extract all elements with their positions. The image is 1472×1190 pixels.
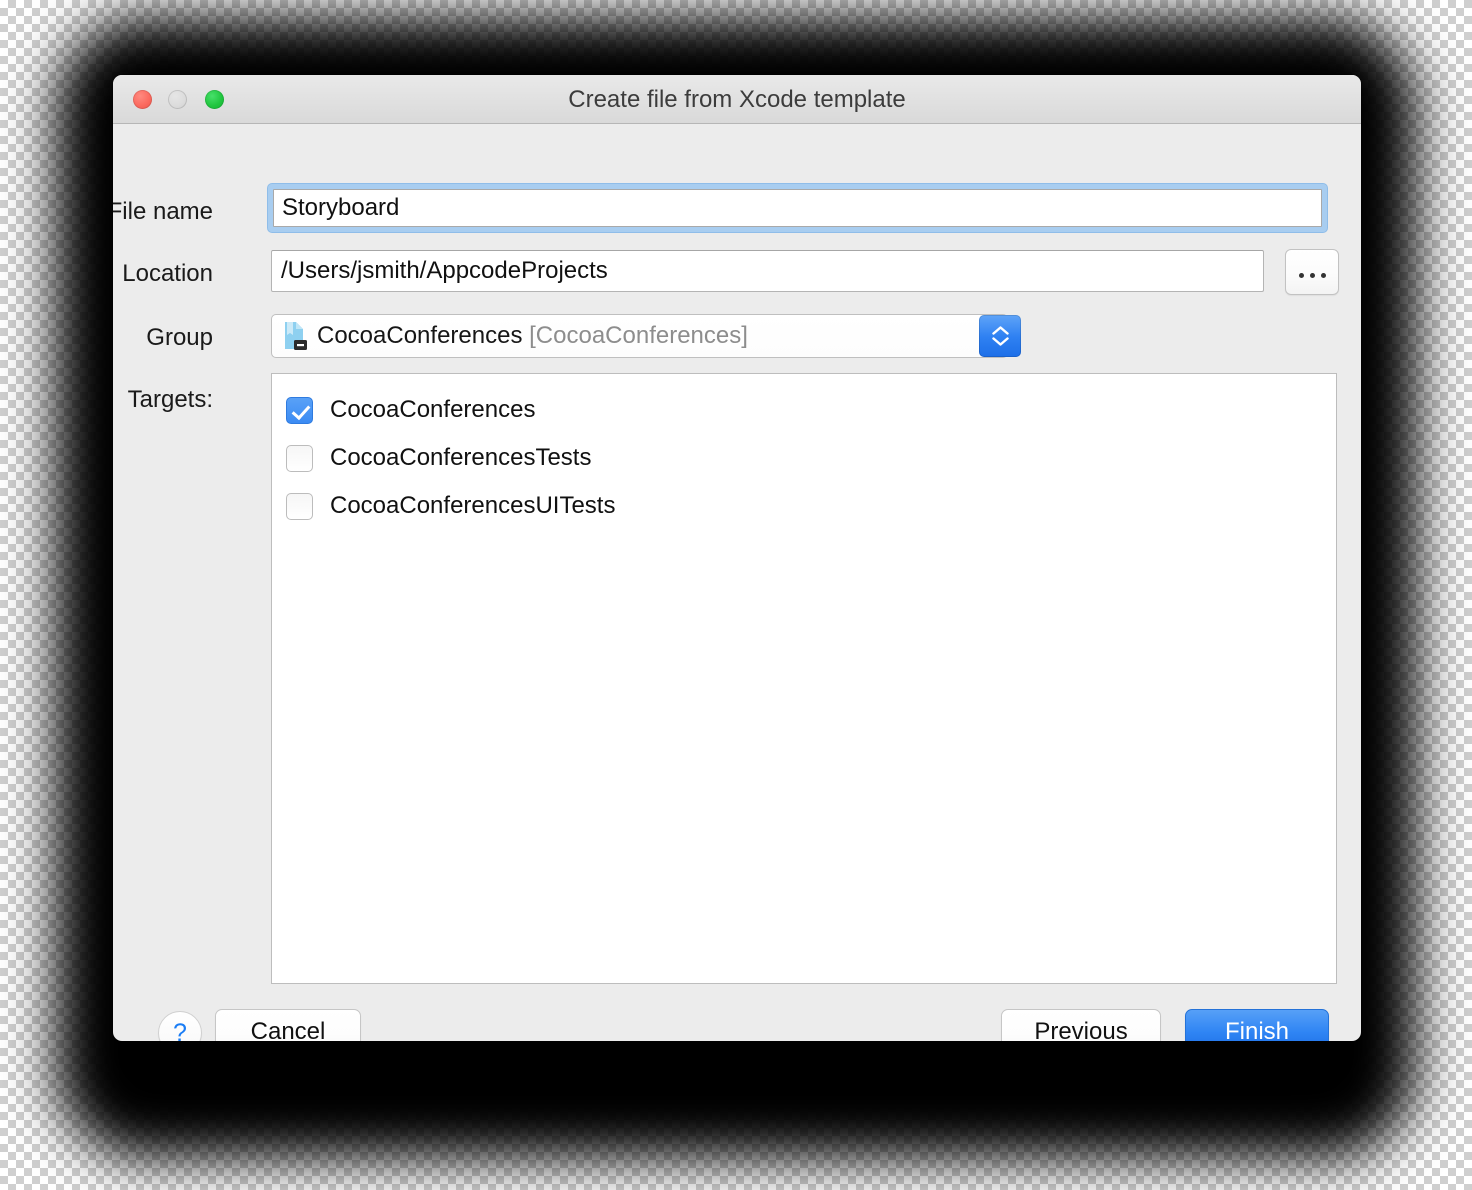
filename-input[interactable] xyxy=(273,189,1322,227)
target-checkbox[interactable] xyxy=(286,444,313,472)
help-button[interactable]: ? xyxy=(158,1011,202,1041)
finish-button[interactable]: Finish xyxy=(1185,1009,1329,1041)
target-checkbox[interactable] xyxy=(286,396,313,424)
target-name: CocoaConferencesTests xyxy=(330,444,592,471)
create-file-dialog: Create file from Xcode template File nam… xyxy=(113,75,1361,1041)
window-title: Create file from Xcode template xyxy=(568,86,906,113)
location-input[interactable] xyxy=(271,250,1264,292)
list-item[interactable]: CocoaConferencesUITests xyxy=(272,482,1336,530)
target-name: CocoaConferences xyxy=(330,396,536,423)
chevron-down-icon xyxy=(991,337,1009,346)
target-checkbox[interactable] xyxy=(286,492,313,520)
xcode-group-icon xyxy=(283,321,308,351)
browse-location-button[interactable] xyxy=(1285,249,1339,295)
group-value-module: [CocoaConferences] xyxy=(529,322,748,349)
target-name: CocoaConferencesUITests xyxy=(330,492,616,519)
group-stepper[interactable] xyxy=(979,315,1021,357)
targets-label: Targets: xyxy=(127,386,213,413)
previous-button[interactable]: Previous xyxy=(1001,1009,1161,1041)
group-combobox[interactable]: CocoaConferences [CocoaConferences] xyxy=(271,314,1008,358)
cancel-button[interactable]: Cancel xyxy=(215,1009,361,1041)
targets-list[interactable]: CocoaConferences CocoaConferencesTests C… xyxy=(271,373,1337,984)
window-titlebar: Create file from Xcode template xyxy=(113,75,1361,124)
group-value-name: CocoaConferences xyxy=(317,322,523,349)
group-label: Group xyxy=(146,324,213,351)
filename-field-focus-ring xyxy=(268,184,1327,232)
group-value: CocoaConferences [CocoaConferences] xyxy=(317,322,748,350)
dialog-content: File name Location Group CocoaConf xyxy=(113,124,1361,1041)
list-item[interactable]: CocoaConferencesTests xyxy=(272,434,1336,482)
ellipsis-icon xyxy=(1298,272,1326,278)
location-label: Location xyxy=(122,260,213,287)
chevron-up-icon xyxy=(991,326,1009,335)
filename-label: File name xyxy=(113,198,213,225)
list-item[interactable]: CocoaConferences xyxy=(272,386,1336,434)
